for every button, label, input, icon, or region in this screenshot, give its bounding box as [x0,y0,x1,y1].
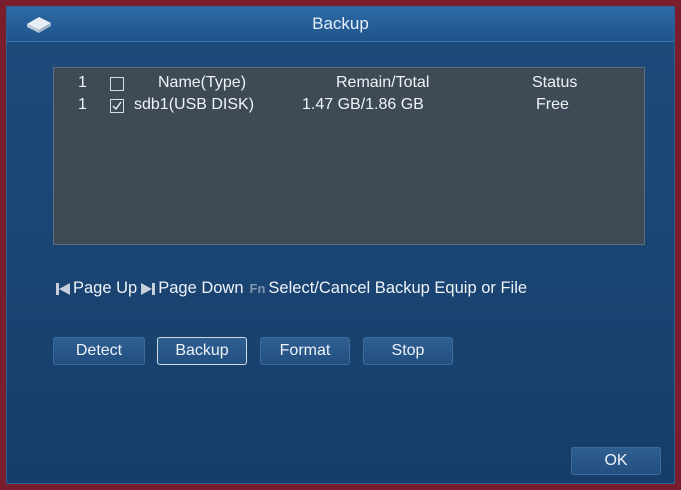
dialog-title: Backup [312,14,369,33]
device-capacity: 1.47 GB/1.86 GB [302,96,424,113]
select-all-checkbox[interactable] [110,77,124,91]
backup-button[interactable]: Backup [157,337,247,365]
device-status: Free [536,96,569,113]
header-remain-total: Remain/Total [336,74,430,91]
device-checkbox[interactable] [110,99,124,113]
select-cancel-label: Select/Cancel Backup Equip or File [268,279,528,297]
header-name: Name(Type) [158,74,247,91]
row-index: 1 [78,96,87,113]
title-bar: Backup [7,7,674,42]
backup-device-list[interactable]: 1 Name(Type) Remain/Total Status 1 sdb1(… [53,67,645,245]
stop-button[interactable]: Stop [363,337,453,365]
key-hint: Page Up Page Down Fn Select/Cancel Backu… [55,279,527,298]
header-index: 1 [78,74,87,91]
header-status: Status [532,74,578,91]
device-name: sdb1(USB DISK) [134,96,255,113]
skip-forward-icon [141,282,156,295]
page-up-label: Page Up [73,279,138,297]
backup-dialog: Backup 1 Name(Type) Remain/Total Status … [6,6,675,484]
skip-back-icon [56,282,70,295]
fn-key-icon: Fn [249,281,266,296]
ok-button[interactable]: OK [571,447,661,475]
checkmark-icon [112,101,122,111]
detect-button[interactable]: Detect [53,337,145,365]
format-button[interactable]: Format [260,337,350,365]
list-header-row: 1 Name(Type) Remain/Total Status [54,74,644,96]
table-row[interactable]: 1 sdb1(USB DISK) 1.47 GB/1.86 GB Free [54,96,644,118]
page-down-label: Page Down [158,279,244,297]
